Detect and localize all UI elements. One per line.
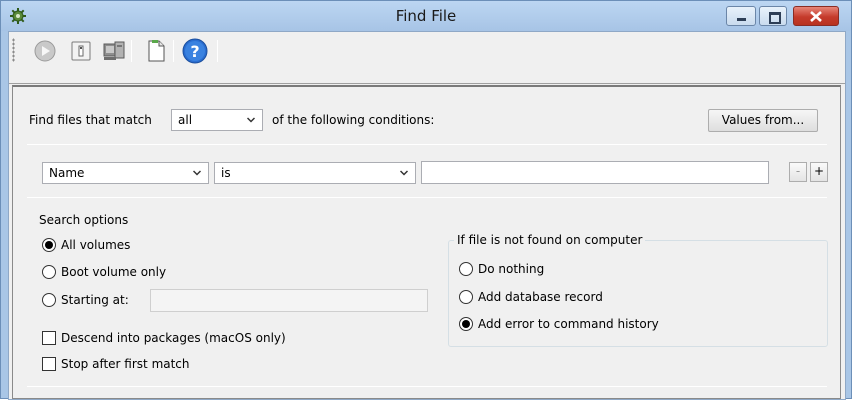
values-from-button[interactable]: Values from...	[708, 109, 818, 132]
chevron-down-icon	[400, 170, 408, 176]
add-condition-button[interactable]: +	[810, 162, 828, 182]
boot-volume-radio[interactable]	[42, 265, 56, 279]
match-mode-select[interactable]: all	[171, 109, 263, 131]
search-options-title: Search options	[39, 213, 129, 227]
info-icon[interactable]	[69, 39, 93, 63]
close-button[interactable]	[793, 6, 839, 26]
descend-packages-checkbox[interactable]	[42, 331, 56, 345]
divider	[27, 386, 827, 387]
boot-volume-label[interactable]: Boot volume only	[61, 265, 166, 279]
all-volumes-radio[interactable]	[42, 238, 56, 252]
do-nothing-label[interactable]: Do nothing	[478, 262, 544, 276]
add-record-label[interactable]: Add database record	[478, 290, 603, 304]
match-prefix-label: Find files that match	[29, 113, 152, 127]
computer-icon[interactable]	[102, 39, 126, 63]
remove-condition-button[interactable]: -	[789, 162, 807, 182]
toolbar: ?	[9, 32, 845, 84]
document-icon[interactable]	[144, 39, 168, 63]
divider	[27, 144, 827, 145]
not-found-title: If file is not found on computer	[454, 233, 646, 247]
add-record-radio[interactable]	[459, 290, 473, 304]
chevron-down-icon	[193, 170, 201, 176]
stop-first-match-checkbox[interactable]	[42, 357, 56, 371]
starting-at-radio[interactable]	[42, 293, 56, 307]
toolbar-separator	[131, 40, 132, 62]
play-icon[interactable]	[33, 39, 57, 63]
find-file-window: Find File ? Find files that match all of…	[0, 0, 852, 400]
add-error-label[interactable]: Add error to command history	[478, 317, 659, 331]
starting-at-input[interactable]	[150, 289, 428, 312]
condition-operator-value: is	[221, 166, 231, 180]
condition-operator-select[interactable]: is	[214, 162, 416, 184]
criteria-panel: Find files that match all of the followi…	[12, 85, 841, 399]
all-volumes-label[interactable]: All volumes	[61, 238, 130, 252]
maximize-button[interactable]	[759, 6, 787, 26]
condition-value-input[interactable]	[421, 161, 769, 184]
help-icon[interactable]: ?	[181, 37, 209, 65]
starting-at-label[interactable]: Starting at:	[61, 293, 129, 307]
minimize-button[interactable]	[726, 6, 756, 26]
toolbar-separator	[217, 40, 218, 62]
toolbar-grip[interactable]	[12, 38, 15, 62]
descend-packages-label[interactable]: Descend into packages (macOS only)	[61, 331, 286, 345]
stop-first-match-label[interactable]: Stop after first match	[61, 357, 190, 371]
svg-text:?: ?	[190, 42, 199, 61]
condition-field-value: Name	[49, 166, 85, 180]
condition-field-select[interactable]: Name	[42, 162, 209, 184]
divider	[27, 197, 827, 198]
title-bar[interactable]: Find File	[1, 1, 851, 31]
client-area: ? Find files that match all of the follo…	[8, 31, 846, 400]
match-suffix-label: of the following conditions:	[272, 113, 435, 127]
do-nothing-radio[interactable]	[459, 262, 473, 276]
match-mode-value: all	[178, 113, 193, 127]
close-icon	[810, 11, 822, 22]
add-error-radio[interactable]	[459, 317, 473, 331]
chevron-down-icon	[247, 117, 255, 123]
window-title: Find File	[395, 7, 457, 25]
toolbar-separator	[173, 40, 174, 62]
